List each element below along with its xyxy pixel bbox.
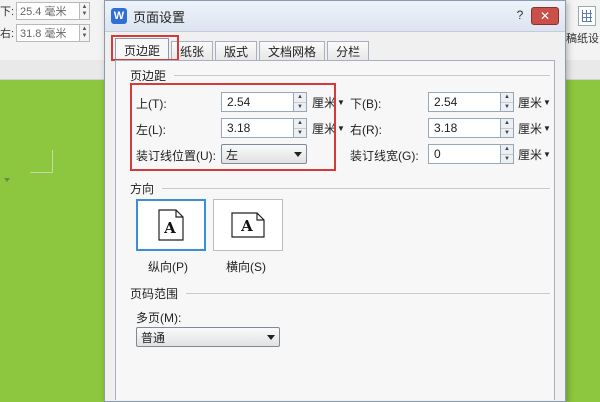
left-margin-unit[interactable]: 厘米 ▼ [312, 118, 345, 138]
gutter-position-value: 左 [226, 147, 239, 162]
svg-text:A: A [163, 219, 176, 237]
bg-bottom-input[interactable]: 25.4 毫米 [16, 2, 80, 20]
bg-right-input[interactable]: 31.8 毫米 [16, 24, 80, 42]
gutter-width-spinner[interactable]: 0 ▲ ▼ [428, 144, 514, 164]
chevron-down-icon [294, 152, 302, 157]
top-margin-label: 上(T): [136, 97, 167, 111]
landscape-button[interactable]: A [213, 199, 283, 251]
dialog-titlebar[interactable]: W 页面设置 ? ✕ [105, 1, 565, 32]
gutter-width-label: 装订线宽(G): [350, 149, 419, 163]
chevron-down-icon [267, 335, 275, 340]
gutter-width-unit[interactable]: 厘米 ▼ [518, 144, 551, 164]
right-margin-up[interactable]: ▲ [501, 119, 513, 129]
right-margin-input[interactable]: 3.18 [428, 118, 501, 138]
tab-layout[interactable]: 版式 [215, 41, 258, 61]
gutter-position-select[interactable]: 左 [221, 144, 307, 164]
left-margin-input[interactable]: 3.18 [221, 118, 294, 138]
top-margin-up[interactable]: ▲ [294, 93, 306, 103]
right-margin-label: 右(R): [350, 123, 382, 137]
gutter-position-label: 装订线位置(U): [136, 149, 216, 163]
grid-paper-icon[interactable] [578, 6, 596, 26]
gutter-width-up[interactable]: ▲ [501, 145, 513, 155]
bg-right-spinner[interactable]: ▲ ▼ [80, 24, 90, 42]
tab-document-grid[interactable]: 文档网格 [259, 41, 326, 61]
grid-paper-label[interactable]: 稿纸设 [566, 30, 599, 46]
margins-section-title: 页边距 [130, 69, 167, 83]
left-margin-down[interactable]: ▼ [294, 129, 306, 138]
bottom-margin-down[interactable]: ▼ [501, 103, 513, 112]
landscape-label[interactable]: 横向(S) [226, 258, 266, 275]
page-setup-dialog: W 页面设置 ? ✕ 页边距 纸张 版式 文档网格 分栏 页边距 上(T): 2… [104, 0, 566, 402]
multiple-pages-label: 多页(M): [136, 311, 182, 325]
svg-text:A: A [240, 217, 253, 235]
orientation-section-title: 方向 [130, 182, 155, 196]
top-margin-input[interactable]: 2.54 [221, 92, 294, 112]
top-margin-down[interactable]: ▼ [294, 103, 306, 112]
bg-right-label: 右: [0, 28, 15, 40]
bg-bottom-margin-field: 下: 25.4 毫米 ▲ ▼ [0, 1, 102, 21]
left-margin-spinner[interactable]: 3.18 ▲ ▼ [221, 118, 307, 138]
dialog-title: 页面设置 [133, 9, 186, 25]
page-range-divider [186, 293, 550, 294]
right-margin-down[interactable]: ▼ [501, 129, 513, 138]
page-corner-mark [30, 150, 53, 173]
bg-bottom-label: 下: [0, 6, 15, 18]
margins-divider [174, 75, 550, 76]
bottom-margin-unit[interactable]: 厘米 ▼ [518, 92, 551, 112]
top-margin-spinner[interactable]: 2.54 ▲ ▼ [221, 92, 307, 112]
bg-right-margin-field: 右: 31.8 毫米 ▲ ▼ [0, 23, 102, 43]
bottom-margin-spinner[interactable]: 2.54 ▲ ▼ [428, 92, 514, 112]
landscape-page-icon: A [231, 212, 265, 238]
gutter-width-input[interactable]: 0 [428, 144, 501, 164]
multiple-pages-value: 普通 [141, 330, 166, 345]
margins-panel: 页边距 上(T): 2.54 ▲ ▼ 厘米 ▼ 下(B): 2.54 ▲ ▼ 厘米 ▼ … [115, 60, 555, 400]
tab-columns[interactable]: 分栏 [327, 41, 370, 61]
close-button[interactable]: ✕ [531, 7, 559, 25]
bottom-margin-input[interactable]: 2.54 [428, 92, 501, 112]
portrait-button[interactable]: A [136, 199, 206, 251]
orientation-divider [162, 188, 550, 189]
tab-bar: 页边距 纸张 版式 文档网格 分栏 [115, 37, 371, 61]
bottom-margin-label: 下(B): [350, 97, 382, 111]
help-icon[interactable]: ? [513, 8, 527, 22]
tab-margins[interactable]: 页边距 [115, 38, 170, 61]
tab-paper[interactable]: 纸张 [171, 41, 214, 61]
right-margin-unit[interactable]: 厘米 ▼ [518, 118, 551, 138]
indent-marker-icon [4, 178, 10, 182]
left-margin-label: 左(L): [136, 123, 167, 137]
multiple-pages-select[interactable]: 普通 [136, 327, 280, 347]
bg-bottom-spinner[interactable]: ▲ ▼ [80, 2, 90, 20]
portrait-label[interactable]: 纵向(P) [148, 258, 188, 275]
bottom-margin-up[interactable]: ▲ [501, 93, 513, 103]
portrait-page-icon: A [158, 209, 184, 241]
top-margin-unit[interactable]: 厘米 ▼ [312, 92, 345, 112]
wps-app-icon: W [111, 8, 127, 24]
right-margin-spinner[interactable]: 3.18 ▲ ▼ [428, 118, 514, 138]
page-range-section-title: 页码范围 [130, 287, 179, 301]
gutter-width-down[interactable]: ▼ [501, 155, 513, 164]
left-margin-up[interactable]: ▲ [294, 119, 306, 129]
